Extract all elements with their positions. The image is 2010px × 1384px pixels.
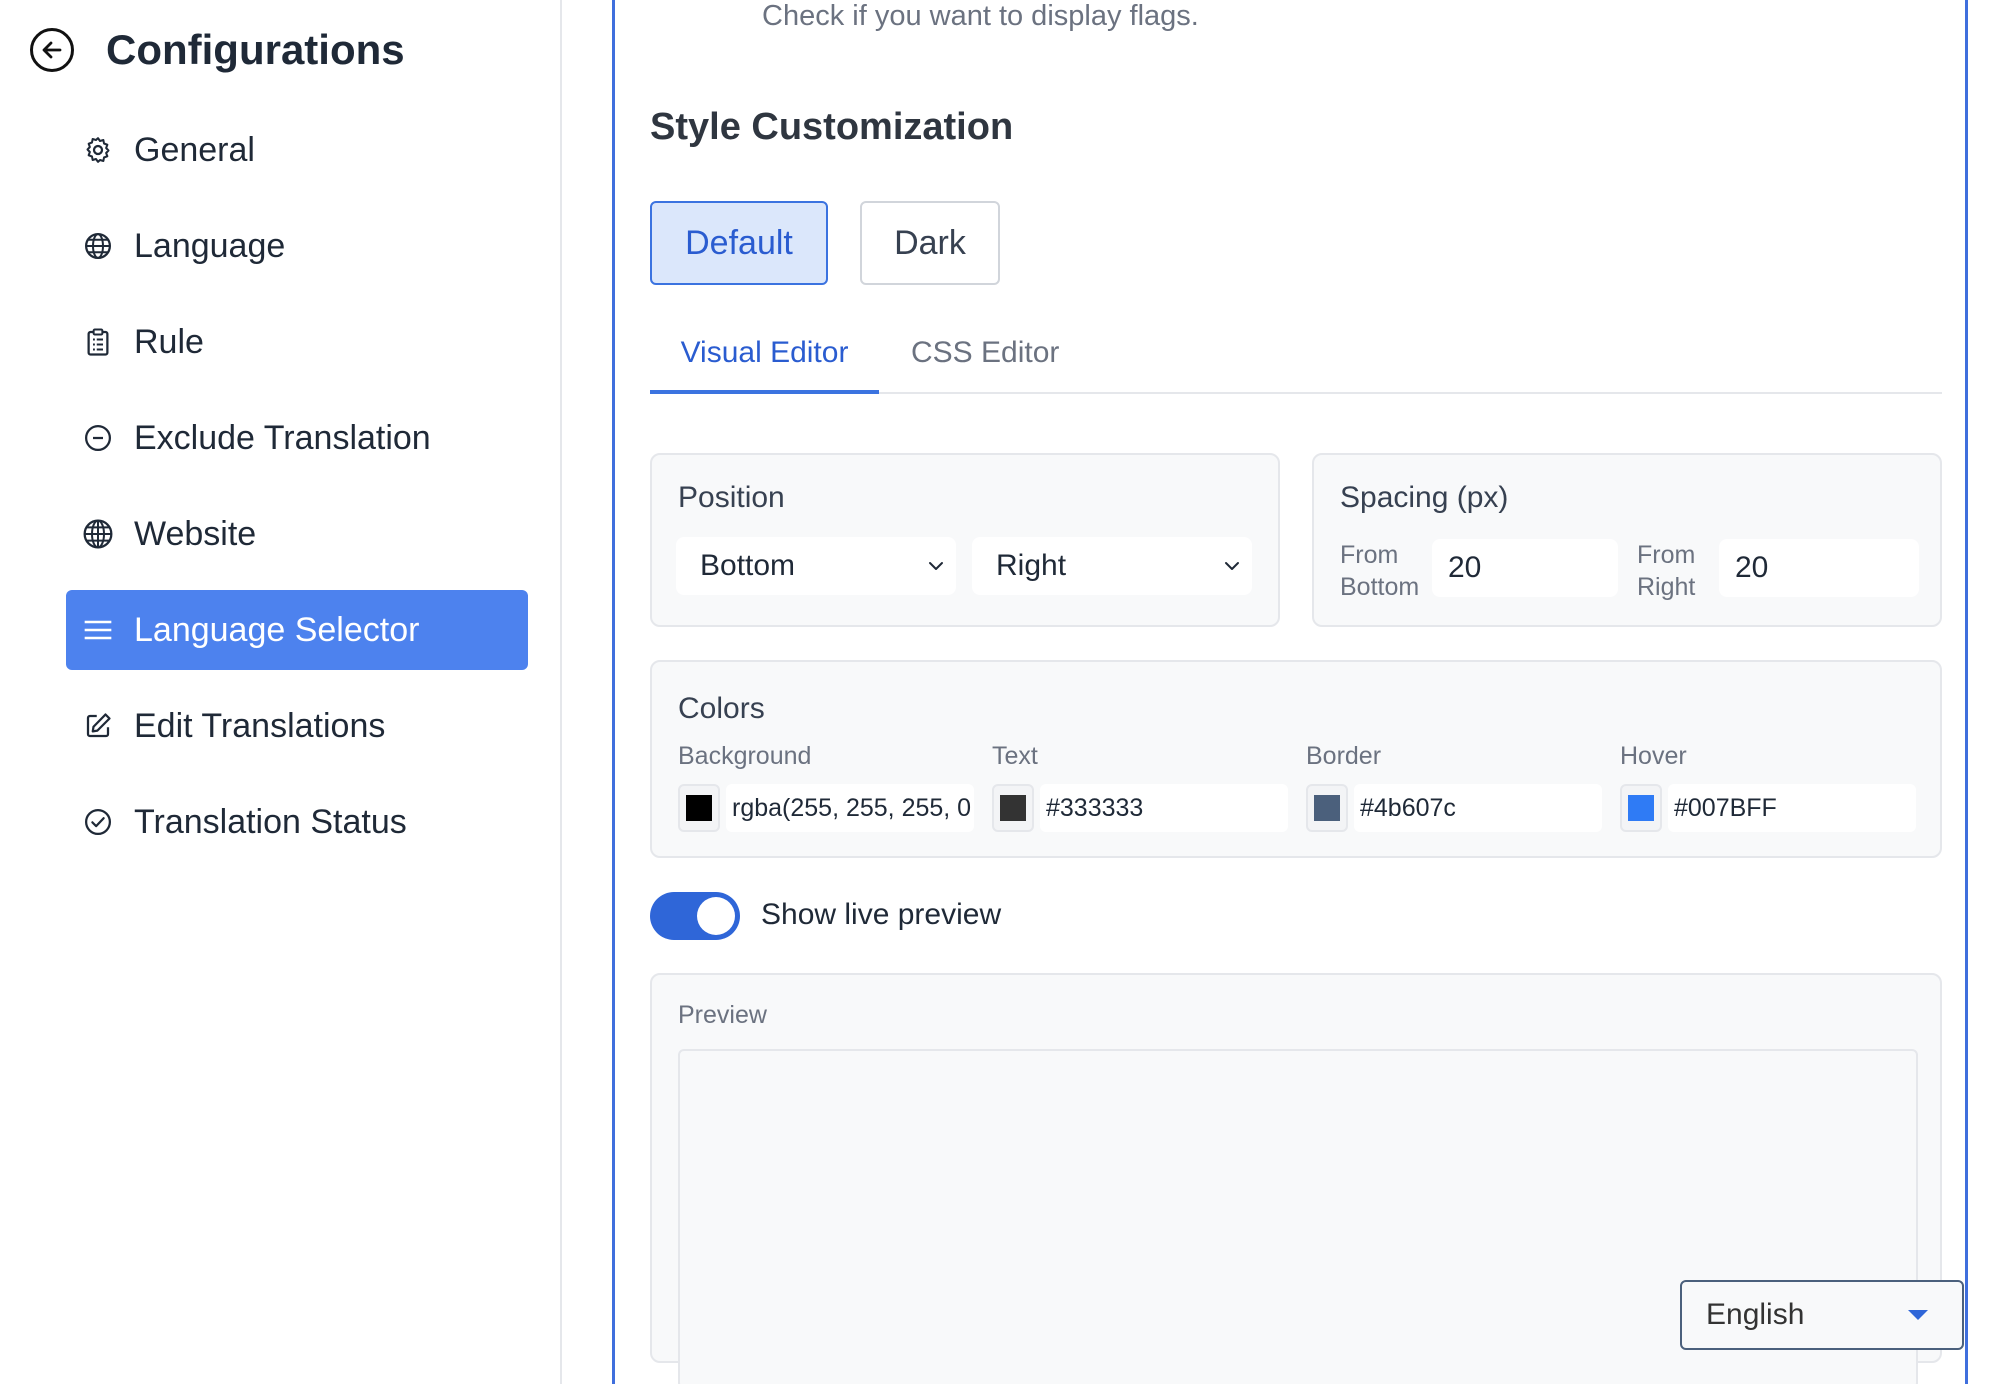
position-horizontal-value: Right xyxy=(996,549,1067,582)
colors-label: Colors xyxy=(678,692,765,725)
position-label: Position xyxy=(678,481,785,514)
sidebar-item-label: Exclude Translation xyxy=(134,418,431,457)
settings-panel: Check if you want to display flags. Styl… xyxy=(612,0,1968,1384)
background-color-input[interactable]: rgba(255, 255, 255, 0 xyxy=(726,784,974,832)
border-color-label: Border xyxy=(1306,742,1382,770)
caret-down-icon xyxy=(1908,1310,1928,1320)
theme-dark-button[interactable]: Dark xyxy=(860,201,1000,285)
tab-css-editor[interactable]: CSS Editor xyxy=(911,336,1059,394)
globe-icon xyxy=(82,230,114,262)
chevron-down-icon xyxy=(1225,562,1239,570)
hover-color-label: Hover xyxy=(1620,742,1687,770)
live-preview-toggle[interactable] xyxy=(650,892,740,940)
spacing-label: Spacing (px) xyxy=(1340,481,1509,514)
preview-language-value: English xyxy=(1706,1298,1805,1331)
preview-area: English xyxy=(678,1049,1964,1384)
from-bottom-label: From Bottom xyxy=(1340,541,1420,601)
sidebar-item-label: Website xyxy=(134,514,257,553)
background-color-label: Background xyxy=(678,742,812,770)
sidebar-item-general[interactable]: General xyxy=(66,110,528,190)
text-color-input[interactable]: #333333 xyxy=(1040,784,1288,832)
sidebar-item-label: General xyxy=(134,130,255,169)
sidebar-menu: General Language Rule Exclude Translatio… xyxy=(66,110,528,878)
sidebar: Configurations General Language Rule Exc… xyxy=(0,0,562,1384)
chevron-down-icon xyxy=(929,562,943,570)
hover-color-input[interactable]: #007BFF xyxy=(1668,784,1916,832)
position-card: Position Bottom Right xyxy=(650,453,1280,627)
minus-circle-icon xyxy=(82,422,114,454)
from-right-label: From Right xyxy=(1637,541,1696,601)
menu-lines-icon xyxy=(82,614,114,646)
sidebar-item-edit-translations[interactable]: Edit Translations xyxy=(66,686,528,766)
text-color-swatch[interactable] xyxy=(992,784,1034,832)
back-button[interactable] xyxy=(30,28,74,72)
position-horizontal-select[interactable]: Right xyxy=(972,537,1252,595)
position-vertical-value: Bottom xyxy=(700,549,796,582)
edit-icon xyxy=(82,710,114,742)
sidebar-title: Configurations xyxy=(106,26,405,73)
position-vertical-select[interactable]: Bottom xyxy=(676,537,956,595)
editor-tabs: Visual Editor CSS Editor xyxy=(650,336,1942,394)
theme-default-button[interactable]: Default xyxy=(650,201,828,285)
sidebar-item-label: Rule xyxy=(134,322,204,361)
sidebar-item-label: Edit Translations xyxy=(134,706,386,745)
sidebar-item-language[interactable]: Language xyxy=(66,206,528,286)
border-color-input[interactable]: #4b607c xyxy=(1354,784,1602,832)
border-color-swatch[interactable] xyxy=(1306,784,1348,832)
tab-visual-editor[interactable]: Visual Editor xyxy=(650,336,879,394)
sidebar-item-website[interactable]: Website xyxy=(66,494,528,574)
text-color-label: Text xyxy=(992,742,1038,770)
preview-card: Preview English xyxy=(650,973,1964,1384)
sidebar-item-exclude-translation[interactable]: Exclude Translation xyxy=(66,398,528,478)
sidebar-item-translation-status[interactable]: Translation Status xyxy=(66,782,528,862)
colors-card: Colors Background rgba(255, 255, 255, 0 … xyxy=(650,660,1942,858)
sidebar-item-language-selector[interactable]: Language Selector xyxy=(66,590,528,670)
clipboard-list-icon xyxy=(82,326,114,358)
sidebar-item-label: Language Selector xyxy=(134,610,420,649)
sidebar-header: Configurations xyxy=(30,26,405,74)
check-circle-icon xyxy=(82,806,114,838)
hover-color-swatch[interactable] xyxy=(1620,784,1662,832)
sidebar-item-label: Language xyxy=(134,226,286,265)
background-color-swatch[interactable] xyxy=(678,784,720,832)
toggle-knob xyxy=(697,897,735,935)
from-bottom-input[interactable]: 20 xyxy=(1432,539,1618,597)
from-right-input[interactable]: 20 xyxy=(1719,539,1919,597)
spacing-card: Spacing (px) From Bottom 20 From Right 2… xyxy=(1312,453,1942,627)
section-title: Style Customization xyxy=(650,106,1014,148)
sidebar-item-label: Translation Status xyxy=(134,802,407,841)
preview-language-selector[interactable]: English xyxy=(1680,1280,1964,1350)
preview-label: Preview xyxy=(678,1001,767,1029)
sidebar-item-rule[interactable]: Rule xyxy=(66,302,528,382)
arrow-left-circle-icon xyxy=(42,41,62,59)
flags-hint-text: Check if you want to display flags. xyxy=(762,0,1199,32)
globe-grid-icon xyxy=(82,518,114,550)
gear-icon xyxy=(82,134,114,166)
live-preview-label: Show live preview xyxy=(761,898,1002,931)
